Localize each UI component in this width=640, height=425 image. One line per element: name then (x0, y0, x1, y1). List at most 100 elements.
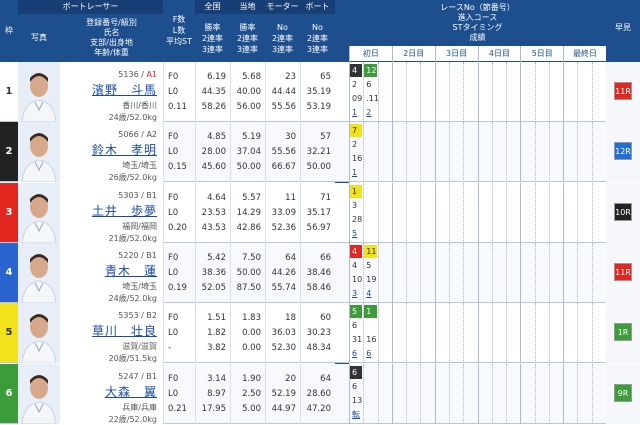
result-cell: 4 (352, 260, 358, 270)
stat-zenkoku: 6.19 44.35 58.26 (195, 62, 230, 122)
racer-name-link[interactable]: 土井 歩夢 (60, 202, 157, 219)
hayami-race-button[interactable]: 11R (614, 82, 632, 100)
grid-line (477, 122, 479, 183)
stat-value: L0 (168, 87, 179, 97)
grid-line (448, 182, 450, 243)
recent-results: 6 6 13 転 (349, 363, 607, 424)
stat-value: 60 (320, 313, 331, 324)
hayami-race-button[interactable]: 12R (614, 142, 632, 161)
grid-line (420, 242, 422, 303)
stat-value: F0 (168, 72, 179, 82)
result-link[interactable]: 6 (364, 347, 376, 360)
result-cell: 13 (352, 395, 363, 405)
racer-name-link[interactable]: 草川 壮良 (60, 322, 157, 339)
result-cell: 10 (352, 274, 363, 284)
racer-grade: B2 (146, 311, 157, 321)
result-link[interactable]: 1 (350, 166, 362, 179)
grid-line (420, 122, 422, 183)
result-link[interactable]: 転 (350, 408, 362, 421)
stat-value: 7.50 (242, 252, 261, 263)
stat-zenkoku: 4.64 23.53 43.53 (195, 182, 230, 243)
entry-row: 3 5303 / B1 土井 歩夢 福岡/福岡 21歳/52.0kg F0 L0 0.… (0, 182, 640, 243)
header-waku: 枠 (0, 0, 18, 62)
grid-line (491, 242, 493, 303)
stat-motor: 23 44.44 55.56 (265, 62, 300, 122)
hayami-race-button[interactable]: 11R (614, 262, 632, 281)
stat-boat: 66 38.46 58.46 (300, 242, 335, 303)
result-cell: 4 (350, 64, 363, 77)
entry-row: 1 5136 / A1 濱野 斗馬 香川/香川 24歳/52.0kg F0 L0 0.… (0, 62, 640, 122)
result-cell: 6 (352, 321, 358, 331)
stat-fl: F0 L0 0.15 (163, 122, 195, 183)
grid-line (391, 303, 393, 364)
racer-name-link[interactable]: 濱野 斗馬 (60, 81, 157, 98)
grid-line (420, 62, 422, 122)
header-fl: F数 L数 平均ST (163, 0, 195, 62)
grid-line (477, 303, 479, 364)
result-link[interactable]: 4 (364, 287, 376, 300)
stat-boat: 65 35.19 53.19 (300, 62, 335, 122)
stat-fl: F0 L0 0.21 (163, 363, 195, 424)
racer-photo (18, 122, 60, 183)
result-cell: 7 (350, 124, 363, 138)
result-link[interactable]: 2 (364, 106, 376, 119)
stat-value: 1.90 (242, 373, 261, 384)
grid-line (377, 303, 379, 364)
grid-line (563, 62, 565, 122)
stat-motor: 18 36.03 52.30 (265, 303, 300, 364)
hayami-race-button[interactable]: 9R (614, 383, 632, 402)
result-link[interactable]: 6 (350, 347, 362, 360)
grid-line (534, 122, 536, 183)
stat-value: 50.00 (306, 162, 331, 173)
hayami-race-button[interactable]: 10R (614, 202, 632, 221)
racer-info: 5303 / B1 土井 歩夢 福岡/福岡 21歳/52.0kg (60, 182, 163, 243)
day-header: 最終日 (563, 46, 606, 62)
grid-line (491, 182, 493, 243)
grid-line (491, 303, 493, 364)
grid-line (520, 182, 522, 243)
header-zenkoku: 全国 (195, 0, 230, 14)
stat-value: 28.60 (306, 388, 331, 399)
grid-line (577, 303, 579, 364)
result-cell: .11 (366, 94, 379, 103)
grid-line (363, 363, 365, 424)
result-cell: 5 (350, 305, 363, 319)
racer-name-link[interactable]: 青木 蓮 (60, 262, 157, 279)
entry-row: 5 5353 / B2 草川 壮良 滋賀/滋賀 20歳/51.5kg F0 L0 - 1… (0, 303, 640, 364)
waku-number: 6 (0, 363, 18, 424)
racer-reg-number: 5303 (118, 190, 139, 200)
result-link[interactable]: 5 (350, 227, 362, 240)
result-link[interactable]: 1 (350, 106, 362, 119)
stat-value: 52.36 (271, 222, 296, 233)
stat-value: 5.19 (242, 132, 261, 143)
waku-number: 4 (0, 242, 18, 303)
racer-grade: A1 (146, 70, 157, 79)
header-hayami: 早見 (606, 0, 640, 62)
result-link[interactable]: 3 (350, 287, 362, 300)
grid-line (548, 363, 550, 424)
grid-line (463, 62, 465, 122)
grid-line (577, 242, 579, 303)
hayami-race-button[interactable]: 1R (614, 323, 632, 342)
grid-line (520, 363, 522, 424)
entry-row: 6 5247 / B1 大森 翼 兵庫/兵庫 22歳/52.0kg F0 L0 0.2… (0, 363, 640, 424)
stat-value: 58.26 (201, 102, 226, 112)
grid-line (506, 122, 508, 183)
racer-name-link[interactable]: 大森 翼 (60, 383, 157, 400)
racer-name-link[interactable]: 鈴木 孝明 (60, 141, 157, 158)
grid-line (463, 182, 465, 243)
result-cell: 6 (366, 80, 372, 89)
stat-motor: 20 52.19 44.97 (265, 363, 300, 424)
day-headers: 初日 2日目 3日目 4日目 5日目 最終日 (349, 46, 606, 62)
header-racer-title: ボートレーサー (18, 0, 163, 14)
grid-line (406, 122, 408, 183)
result-cell: 11 (364, 244, 377, 258)
result-cell: 2 (352, 140, 358, 150)
stat-value: 18 (285, 313, 296, 324)
racer-reg: 5353 / B2 (118, 311, 157, 321)
grid-line (491, 62, 493, 122)
grid-line (420, 363, 422, 424)
stat-touchi: 1.90 2.50 5.00 (230, 363, 265, 424)
racer-reg: 5247 / B1 (118, 371, 157, 381)
racer-info: 5136 / A1 濱野 斗馬 香川/香川 24歳/52.0kg (60, 62, 163, 122)
